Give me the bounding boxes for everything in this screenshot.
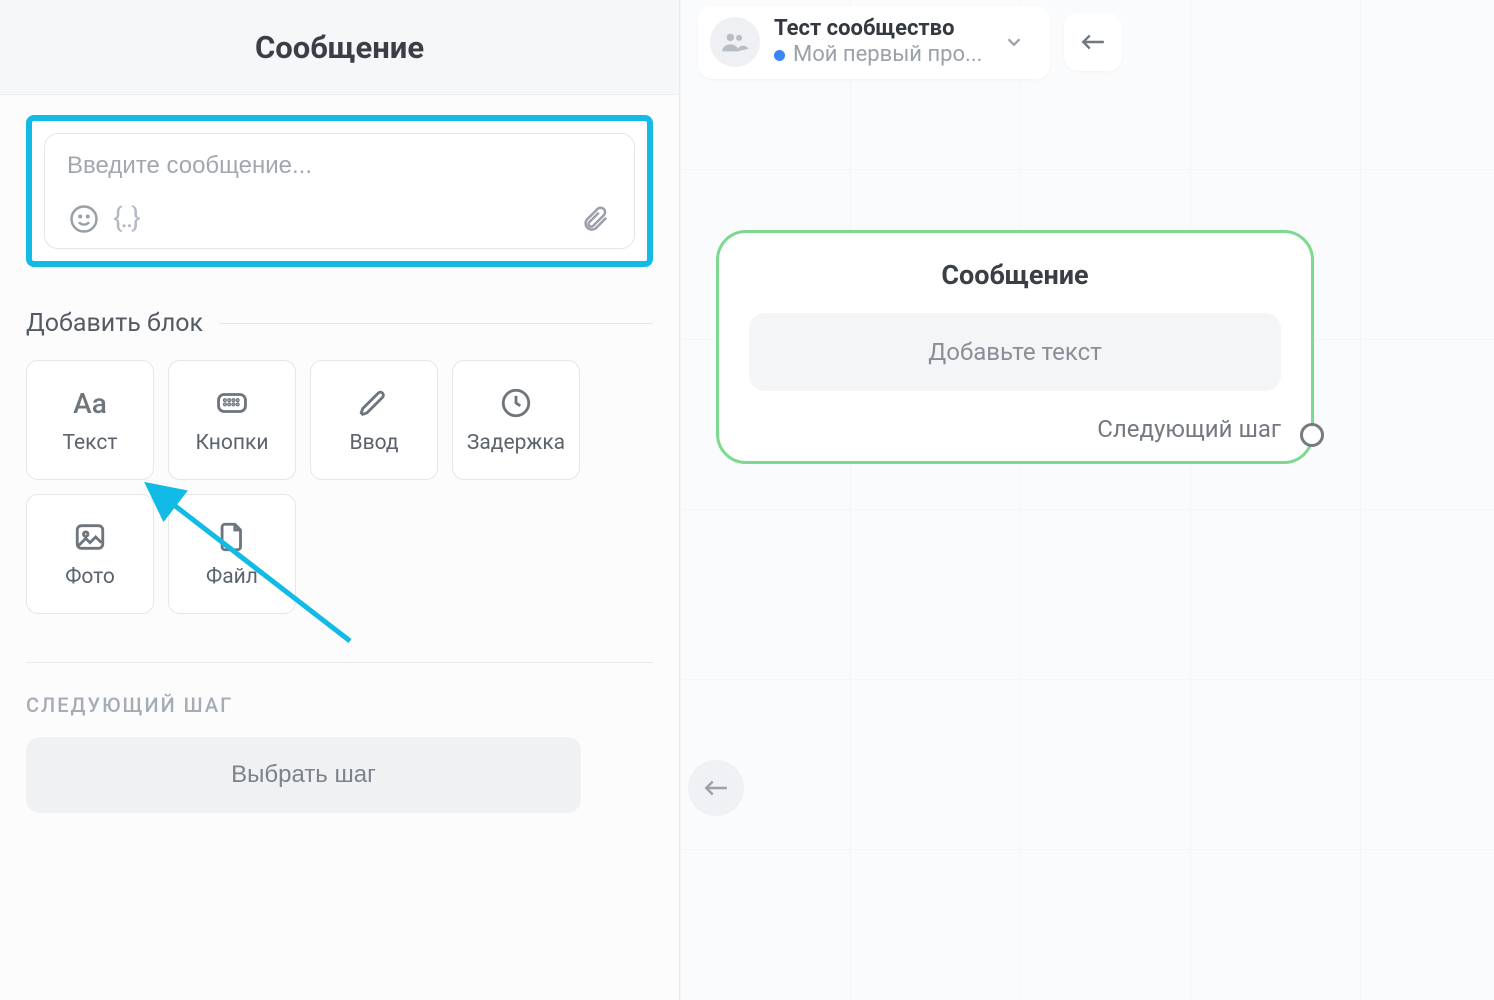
status-dot — [774, 50, 785, 61]
canvas-back-button[interactable] — [688, 760, 744, 816]
text-icon: Aa — [72, 385, 108, 421]
node-placeholder-label: Добавьте текст — [928, 338, 1102, 366]
community-name: Тест сообщество — [774, 16, 982, 42]
node-title: Сообщение — [749, 259, 1281, 291]
choose-step-button[interactable]: Выбрать шаг — [26, 737, 581, 813]
back-button[interactable] — [1064, 13, 1122, 71]
message-toolbar: {..} — [67, 202, 612, 236]
group-icon — [710, 17, 760, 67]
block-grid: Aa Текст Кнопки Ввод — [26, 360, 653, 614]
keyboard-icon — [214, 385, 250, 421]
message-input[interactable] — [67, 152, 612, 180]
community-text: Тест сообщество Мой первый про... — [774, 16, 982, 69]
node-footer: Следующий шаг — [749, 415, 1281, 443]
project-row: Мой первый про... — [774, 42, 982, 68]
file-icon — [214, 519, 250, 555]
message-input-card: {..} — [44, 133, 635, 249]
node-next-step-label: Следующий шаг — [1097, 415, 1281, 443]
canvas-header: Тест сообщество Мой первый про... — [698, 6, 1122, 79]
panel-title: Сообщение — [255, 29, 424, 66]
block-label: Текст — [63, 431, 118, 455]
block-buttons-button[interactable]: Кнопки — [168, 360, 296, 480]
panel-body: {..} Добавить блок Aa Текст — [0, 95, 679, 1000]
emoji-icon[interactable] — [67, 202, 101, 236]
block-label: Задержка — [467, 431, 565, 455]
attachment-icon[interactable] — [578, 202, 612, 236]
block-label: Кнопки — [196, 431, 269, 455]
image-icon — [72, 519, 108, 555]
block-file-button[interactable]: Файл — [168, 494, 296, 614]
block-photo-button[interactable]: Фото — [26, 494, 154, 614]
block-text-button[interactable]: Aa Текст — [26, 360, 154, 480]
block-label: Фото — [65, 565, 115, 589]
community-selector[interactable]: Тест сообщество Мой первый про... — [698, 6, 1050, 79]
panel-header: Сообщение — [0, 0, 679, 95]
add-block-label: Добавить блок — [26, 309, 203, 338]
pencil-icon — [356, 385, 392, 421]
block-label: Файл — [206, 565, 258, 589]
chevron-down-icon[interactable] — [996, 24, 1032, 60]
block-delay-button[interactable]: Задержка — [452, 360, 580, 480]
block-label: Ввод — [349, 431, 398, 455]
project-name: Мой первый про... — [793, 42, 982, 68]
next-step-heading: СЛЕДУЮЩИЙ ШАГ — [26, 693, 653, 717]
add-block-header: Добавить блок — [26, 309, 653, 338]
choose-step-label: Выбрать шаг — [231, 761, 376, 789]
app-root: Сообщение {..} — [0, 0, 1494, 1000]
divider — [26, 662, 653, 663]
variables-icon[interactable]: {..} — [113, 204, 139, 234]
message-input-highlight: {..} — [26, 115, 653, 267]
output-port[interactable] — [1300, 423, 1324, 447]
node-text-placeholder[interactable]: Добавьте текст — [749, 313, 1281, 391]
editor-panel: Сообщение {..} — [0, 0, 680, 1000]
divider — [219, 323, 653, 324]
message-node[interactable]: Сообщение Добавьте текст Следующий шаг — [716, 230, 1314, 464]
block-input-button[interactable]: Ввод — [310, 360, 438, 480]
clock-icon — [498, 385, 534, 421]
flow-canvas[interactable]: Тест сообщество Мой первый про... Сообще… — [680, 0, 1494, 1000]
